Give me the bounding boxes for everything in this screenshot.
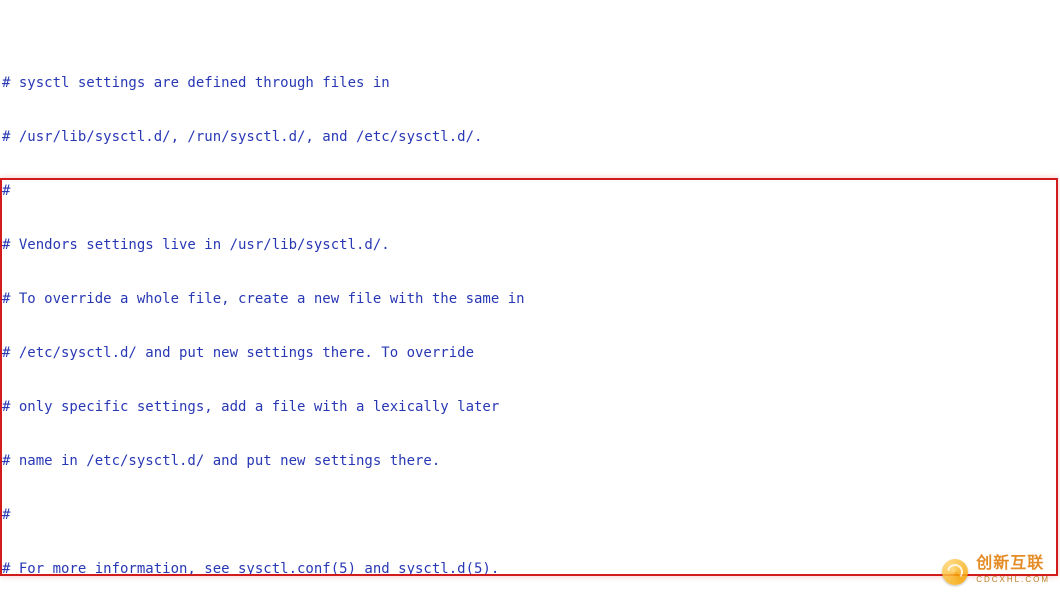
comment-line: # For more information, see sysctl.conf(… [2, 560, 1058, 578]
comment-line: # name in /etc/sysctl.d/ and put new set… [2, 452, 1058, 470]
terminal-content[interactable]: # sysctl settings are defined through fi… [0, 0, 1060, 597]
comment-line: # [2, 182, 1058, 200]
comment-line: # [2, 506, 1058, 524]
comment-line: # sysctl settings are defined through fi… [2, 74, 1058, 92]
comment-line: # /usr/lib/sysctl.d/, /run/sysctl.d/, an… [2, 128, 1058, 146]
comment-line: # Vendors settings live in /usr/lib/sysc… [2, 236, 1058, 254]
comment-line: # /etc/sysctl.d/ and put new settings th… [2, 344, 1058, 362]
comment-line: # To override a whole file, create a new… [2, 290, 1058, 308]
comment-line: # only specific settings, add a file wit… [2, 398, 1058, 416]
